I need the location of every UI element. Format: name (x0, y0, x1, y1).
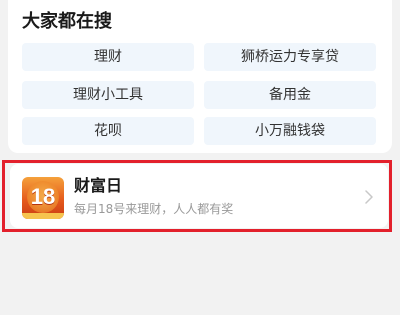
search-chip-beiyongjin[interactable]: 备用金 (204, 81, 376, 109)
search-chip-huabei[interactable]: 花呗 (22, 117, 194, 145)
search-chip-xiaowan-qiandai[interactable]: 小万融钱袋 (204, 117, 376, 145)
popular-search-title: 大家都在搜 (22, 11, 112, 32)
search-chip-shiqiao-loan[interactable]: 狮桥运力专享贷 (204, 43, 376, 71)
highlight-box (2, 160, 392, 232)
popular-search-card: 大家都在搜 理财 狮桥运力专享贷 理财小工具 备用金 花呗 小万融钱袋 (8, 0, 392, 153)
search-chip-licai-tools[interactable]: 理财小工具 (22, 81, 194, 109)
search-chip-licai[interactable]: 理财 (22, 43, 194, 71)
